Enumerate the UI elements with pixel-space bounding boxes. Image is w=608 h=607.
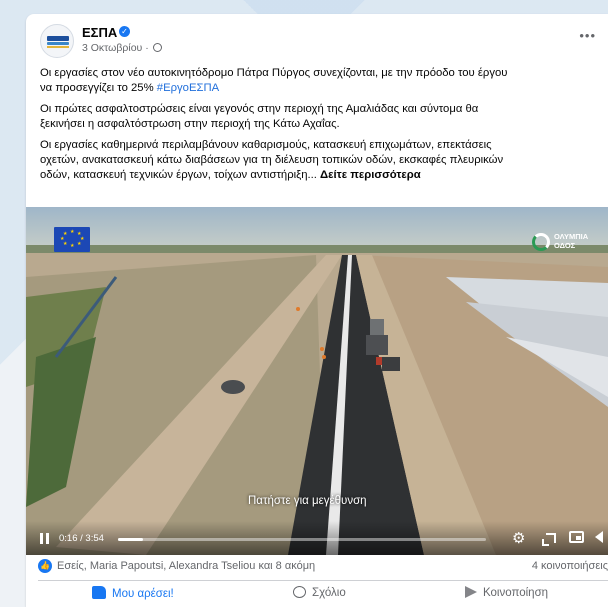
hashtag-link[interactable]: #ΕργοΕΣΠΑ [157,82,219,94]
page-name-link[interactable]: ΕΣΠΑ [82,25,117,40]
post-actions: Μου αρέσει! Σχόλιο Κοινοποίηση [26,584,608,607]
gear-icon[interactable]: ⚙ [512,529,525,547]
more-options-icon[interactable]: ••• [579,28,596,43]
post-card: ΕΣΠΑ ✓ 3 Οκτωβρίου · ••• Οι εργασίες στο… [26,14,608,607]
divider [38,580,608,581]
picture-in-picture-icon[interactable] [569,531,584,543]
eu-flag-logo: ★ ★ ★ ★ ★ ★ ★ ★ [54,227,90,252]
shares-count-link[interactable]: 4 κοινοποιήσεις [532,560,608,572]
share-icon [465,586,477,598]
comment-button[interactable]: Σχόλιο [293,586,346,606]
progress-fill [118,538,144,541]
olympia-mark-icon [532,233,550,251]
post-header: ΕΣΠΑ ✓ 3 Οκτωβρίου · ••• [40,24,598,60]
reactors-link[interactable]: Εσείς, Maria Papoutsi, Alexandra Tseliou… [57,560,315,572]
enlarge-caption[interactable]: Πατήστε για μεγέθυνση [248,495,367,507]
post-text: Οι εργασίες στον νέο αυτοκινητόδρομο Πάτ… [40,66,608,189]
post-paragraph-1: Οι εργασίες στον νέο αυτοκινητόδρομο Πάτ… [40,67,508,95]
page-avatar[interactable] [40,24,74,58]
like-reaction-icon: 👍 [38,559,52,573]
olympia-odos-logo: ΟΛΥΜΠΙΑ ΟΔΟΣ [532,231,596,257]
video-player[interactable]: ★ ★ ★ ★ ★ ★ ★ ★ ΟΛΥΜΠΙΑ ΟΔΟΣ Πατήστε για μεγ… [26,207,608,555]
progress-bar[interactable] [118,538,486,541]
post-paragraph-2: Οι πρώτες ασφαλτοστρώσεις είναι γεγονός … [40,102,479,131]
expand-icon[interactable] [542,533,556,546]
globe-icon [152,43,162,52]
comment-icon [293,586,306,598]
post-paragraph-3: Οι εργασίες καθημερινά περιλαμβάνουν καθ… [40,138,504,182]
volume-icon[interactable] [595,531,603,543]
thumbs-up-icon [92,586,106,599]
reactions-summary: 👍 Εσείς, Maria Papoutsi, Alexandra Tseli… [38,559,608,577]
like-button[interactable]: Μου αρέσει! [92,586,174,606]
verified-badge-icon: ✓ [119,26,130,37]
share-button[interactable]: Κοινοποίηση [465,586,548,606]
video-controls: 0:16 / 3:54 ⚙ [26,521,608,555]
post-date[interactable]: 3 Οκτωβρίου · [82,42,149,54]
pause-icon[interactable] [40,533,50,544]
video-time: 0:16 / 3:54 [59,533,104,544]
post-meta: 3 Οκτωβρίου · [82,42,162,54]
see-more-link[interactable]: Δείτε περισσότερα [320,169,421,181]
